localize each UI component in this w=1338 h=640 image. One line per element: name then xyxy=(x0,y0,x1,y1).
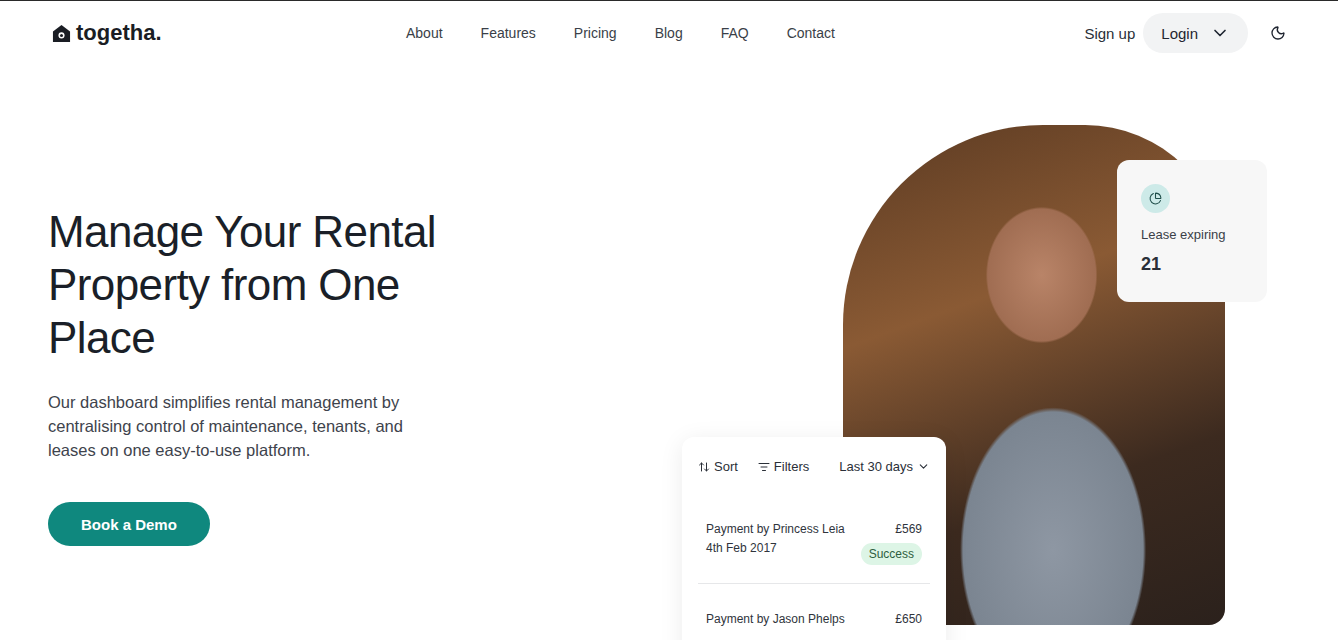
lease-value: 21 xyxy=(1141,254,1243,275)
payments-card: Sort Filters Last 30 days Payment by Prince… xyxy=(682,437,946,640)
nav-link[interactable]: Features xyxy=(481,25,536,41)
filter-icon xyxy=(758,461,770,473)
header: togetha. About Features Pricing Blog FAQ Conta… xyxy=(0,1,1338,65)
payment-name: Payment by Princess Leia xyxy=(706,522,845,536)
payments-toolbar: Sort Filters Last 30 days xyxy=(698,459,930,474)
hero: Manage Your Rental Property from One Pla… xyxy=(0,65,1338,640)
nav-link[interactable]: Contact xyxy=(787,25,835,41)
nav-link[interactable]: Pricing xyxy=(574,25,617,41)
lease-icon-circle xyxy=(1141,184,1170,213)
pie-chart-icon xyxy=(1149,192,1162,205)
theme-toggle[interactable] xyxy=(1270,25,1286,41)
house-logo-icon xyxy=(52,24,71,43)
payment-amount: £650 xyxy=(895,612,922,626)
payment-row[interactable]: Payment by Princess Leia 4th Feb 2017 £569… xyxy=(698,522,930,584)
payment-amount: £569 xyxy=(895,522,922,536)
page: togetha. About Features Pricing Blog FAQ Conta… xyxy=(0,1,1338,640)
payment-row[interactable]: Payment by Jason Phelps £650 xyxy=(698,584,930,640)
logo[interactable]: togetha. xyxy=(52,20,406,46)
nav-link[interactable]: FAQ xyxy=(721,25,749,41)
nav-link[interactable]: About xyxy=(406,25,443,41)
payment-amount-block: £650 xyxy=(895,612,922,626)
logo-text: togetha. xyxy=(76,20,162,46)
sort-button[interactable]: Sort xyxy=(698,459,738,474)
filters-button[interactable]: Filters xyxy=(758,459,809,474)
lease-card: Lease expiring 21 xyxy=(1117,160,1267,302)
hero-title: Manage Your Rental Property from One Pla… xyxy=(48,205,478,364)
payment-amount-block: £569 Success xyxy=(861,522,922,565)
nav-link[interactable]: Blog xyxy=(655,25,683,41)
payment-info: Payment by Jason Phelps xyxy=(706,612,845,626)
login-button[interactable]: Login xyxy=(1143,13,1248,53)
book-demo-button[interactable]: Book a Demo xyxy=(48,502,210,546)
nav: About Features Pricing Blog FAQ Contact xyxy=(406,25,835,41)
payment-name: Payment by Jason Phelps xyxy=(706,612,845,626)
payment-date: 4th Feb 2017 xyxy=(706,541,845,555)
sort-icon xyxy=(698,461,710,473)
hero-text: Manage Your Rental Property from One Pla… xyxy=(48,125,488,640)
moon-icon xyxy=(1270,25,1286,41)
status-badge: Success xyxy=(861,543,922,565)
payment-info: Payment by Princess Leia 4th Feb 2017 xyxy=(706,522,845,565)
lease-label: Lease expiring xyxy=(1141,227,1243,242)
chevron-down-icon xyxy=(1210,23,1230,43)
range-dropdown[interactable]: Last 30 days xyxy=(839,459,930,474)
hero-description: Our dashboard simplifies rental manageme… xyxy=(48,390,433,462)
chevron-down-icon xyxy=(917,460,930,473)
hero-visual: Lease expiring 21 Sort Filters Last 30 days P… xyxy=(682,125,1267,640)
signup-link[interactable]: Sign up xyxy=(1084,25,1135,42)
header-actions: Sign up Login xyxy=(1084,13,1286,53)
